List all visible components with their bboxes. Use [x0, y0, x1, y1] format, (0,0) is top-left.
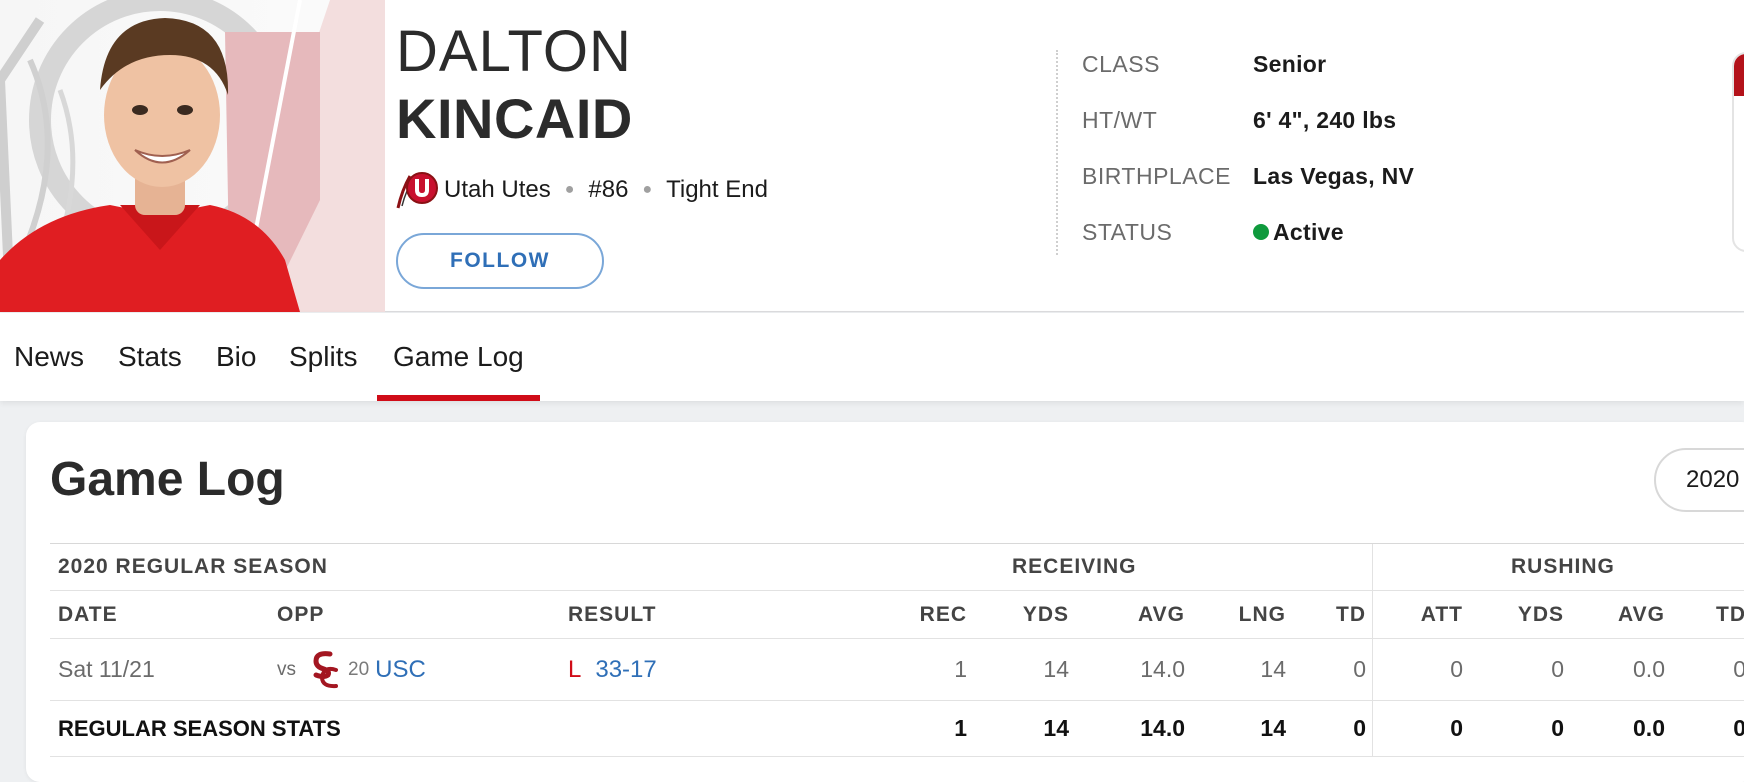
- bio-row-status: STATUS Active: [1082, 212, 1582, 252]
- bio-label: BIRTHPLACE: [1082, 162, 1232, 189]
- column-divider: [1372, 591, 1373, 638]
- col-rush-att[interactable]: ATT: [1380, 591, 1463, 638]
- player-position: Tight End: [666, 176, 768, 203]
- season-select[interactable]: 2020: [1654, 448, 1744, 512]
- stat-rush-yds: 0: [1551, 656, 1564, 682]
- bio-label: CLASS: [1082, 50, 1160, 77]
- bio-row-class: CLASS Senior: [1082, 44, 1582, 84]
- separator-dot: ●: [564, 181, 575, 198]
- stat-rec-lng: 14: [1260, 656, 1286, 682]
- tab-news[interactable]: News: [14, 313, 84, 401]
- utah-utes-logo-icon: [396, 172, 438, 209]
- team-link[interactable]: Utah Utes: [444, 176, 551, 204]
- result-letter: L: [568, 655, 582, 683]
- player-header: DALTON KINCAID Utah Utes ● #86 ● Tight E…: [0, 0, 1744, 312]
- separator-dot: ●: [642, 181, 653, 198]
- bio-label: STATUS: [1082, 218, 1173, 245]
- bio-divider: [1056, 50, 1058, 255]
- player-meta: Utah Utes ● #86 ● Tight End: [394, 168, 768, 212]
- stat-rush-td: 0: [1733, 656, 1744, 682]
- stat-rush-avg: 0.0: [1633, 656, 1665, 682]
- opponent-link[interactable]: USC: [375, 656, 426, 684]
- stat-rec: 1: [954, 656, 967, 682]
- tab-bio[interactable]: Bio: [216, 313, 256, 401]
- stat-rush-att: 0: [1450, 656, 1463, 682]
- tab-stats[interactable]: Stats: [118, 313, 182, 401]
- col-rec-avg[interactable]: AVG: [1070, 591, 1185, 638]
- total-rec-avg: 14.0: [1140, 715, 1185, 741]
- partial-side-card[interactable]: [1732, 52, 1744, 252]
- bio-value: Senior: [1253, 50, 1327, 77]
- totals-label: REGULAR SEASON STATS: [58, 715, 341, 741]
- table-column-header: DATE OPP RESULT REC YDS AVG LNG TD ATT Y…: [50, 591, 1744, 639]
- game-result: L 33-17: [568, 639, 657, 700]
- col-date[interactable]: DATE: [58, 591, 118, 638]
- total-rec-lng: 14: [1260, 715, 1286, 741]
- col-result[interactable]: RESULT: [568, 591, 656, 638]
- tab-splits[interactable]: Splits: [289, 313, 357, 401]
- total-rec-td: 0: [1353, 715, 1366, 741]
- col-rec-td[interactable]: TD: [1290, 591, 1366, 638]
- game-opponent: vs 20 USC: [277, 639, 426, 700]
- player-nav-tabs: News Stats Bio Splits Game Log: [0, 313, 1744, 401]
- bio-value: 6' 4", 240 lbs: [1253, 106, 1397, 133]
- table-section-header: 2020 REGULAR SEASON RECEIVING RUSHING: [50, 543, 1744, 591]
- column-divider: [1372, 701, 1373, 756]
- total-rush-td: 0: [1733, 715, 1744, 741]
- total-rush-yds: 0: [1551, 715, 1564, 741]
- col-opp[interactable]: OPP: [277, 591, 324, 638]
- bio-label: HT/WT: [1082, 106, 1158, 133]
- col-rec-yds[interactable]: YDS: [970, 591, 1069, 638]
- column-divider: [1372, 639, 1373, 700]
- status-text: Active: [1273, 218, 1344, 245]
- bio-row-height-weight: HT/WT 6' 4", 240 lbs: [1082, 100, 1582, 140]
- follow-button[interactable]: FOLLOW: [396, 233, 604, 289]
- col-rush-yds[interactable]: YDS: [1470, 591, 1564, 638]
- total-rush-avg: 0.0: [1633, 715, 1665, 741]
- game-date: Sat 11/21: [58, 656, 155, 682]
- total-rec-yds: 14: [1043, 715, 1069, 741]
- bio-value: Active: [1253, 219, 1344, 246]
- total-rush-att: 0: [1450, 715, 1463, 741]
- game-log-title: Game Log: [50, 453, 285, 506]
- bio-row-birthplace: BIRTHPLACE Las Vegas, NV: [1082, 156, 1582, 196]
- player-first-name: DALTON: [396, 19, 632, 84]
- stat-rec-td: 0: [1353, 656, 1366, 682]
- stat-rec-avg: 14.0: [1140, 656, 1185, 682]
- col-rec-lng[interactable]: LNG: [1190, 591, 1286, 638]
- total-rec: 1: [954, 715, 967, 741]
- bio-value: Las Vegas, NV: [1253, 162, 1415, 189]
- opponent-rank: 20: [348, 658, 370, 680]
- status-active-indicator-icon: [1253, 224, 1269, 240]
- col-rec[interactable]: REC: [850, 591, 967, 638]
- table-totals-row: REGULAR SEASON STATS 1 14 14.0 14 0 0 0 …: [50, 701, 1744, 757]
- jersey-number: #86: [588, 176, 629, 203]
- player-headshot: [0, 0, 385, 312]
- table-row: Sat 11/21 vs 20 USC L 33-17 1 14 14.0 14…: [50, 639, 1744, 701]
- stat-rec-yds: 14: [1043, 656, 1069, 682]
- col-rush-td[interactable]: TD: [1670, 591, 1744, 638]
- rushing-group-header: RUSHING: [1511, 555, 1615, 578]
- column-divider: [1372, 544, 1373, 590]
- section-label: 2020 REGULAR SEASON: [58, 555, 328, 578]
- player-last-name: KINCAID: [396, 87, 633, 150]
- home-away-label: vs: [277, 658, 296, 680]
- usc-logo-icon[interactable]: [310, 650, 340, 690]
- receiving-group-header: RECEIVING: [1012, 555, 1137, 578]
- col-rush-avg[interactable]: AVG: [1570, 591, 1665, 638]
- tab-game-log[interactable]: Game Log: [377, 313, 540, 401]
- game-score-link[interactable]: 33-17: [595, 656, 656, 684]
